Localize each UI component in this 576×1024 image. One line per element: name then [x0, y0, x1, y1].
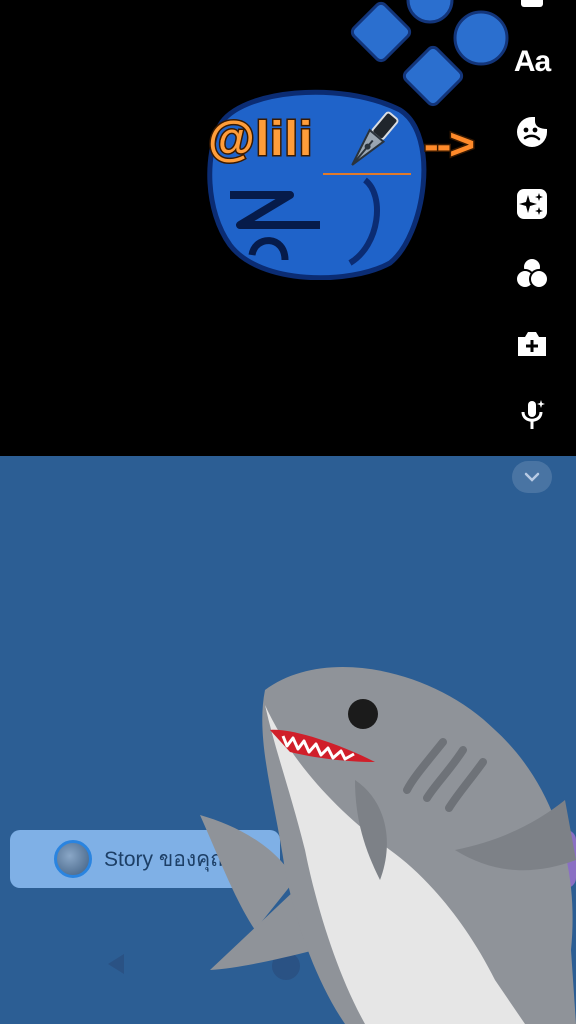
chevron-down-icon: [524, 472, 540, 482]
text-tool[interactable]: Aa: [510, 40, 554, 84]
effects-tool[interactable]: [510, 182, 554, 226]
back-icon[interactable]: [100, 948, 132, 980]
save-tool[interactable]: [510, 0, 554, 24]
sticker-tool[interactable]: [510, 110, 554, 154]
story-canvas: @lili --> Aa: [0, 0, 576, 456]
filters-tool[interactable]: [510, 252, 554, 296]
collapse-button[interactable]: [512, 461, 552, 493]
avatar: [54, 840, 92, 878]
download-icon: [521, 0, 543, 7]
add-photo-tool[interactable]: [510, 322, 554, 366]
microphone-sparkle-icon: [521, 400, 545, 429]
color-circles-icon: [515, 257, 549, 289]
mention-tag[interactable]: @lili: [206, 112, 313, 168]
add-photo-icon: [518, 332, 546, 356]
arrow-annotation: -->: [423, 119, 477, 171]
shark-sticker[interactable]: [195, 650, 576, 1024]
sticker-face-icon: [517, 117, 547, 147]
sparkles-icon: [517, 189, 547, 219]
text-tool-label: Aa: [513, 45, 551, 78]
voice-effect-tool[interactable]: [510, 392, 554, 436]
fountain-pen-icon: [323, 111, 411, 175]
